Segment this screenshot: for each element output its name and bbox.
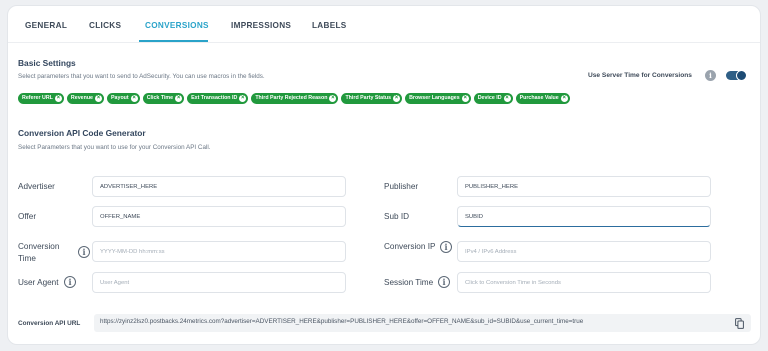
conversion-time-input[interactable] — [92, 241, 346, 262]
api-url-box: https://zyinz2lsz0.postbacks.24metrics.c… — [94, 314, 751, 332]
chip-label: Third Party Status — [345, 95, 392, 101]
parameter-chip[interactable]: Purchase Value × — [515, 93, 570, 104]
api-url-label: Conversion API URL — [18, 320, 81, 327]
tab-clicks[interactable]: CLICKS — [89, 21, 121, 30]
close-circle-icon[interactable]: × — [393, 95, 401, 102]
info-icon[interactable]: i — [64, 276, 76, 288]
copy-icon[interactable] — [735, 318, 744, 329]
conversion-time-label-line2: Time — [18, 254, 36, 263]
info-icon[interactable]: i — [78, 246, 90, 258]
tab-conversions[interactable]: CONVERSIONS — [145, 21, 209, 30]
tab-impressions[interactable]: IMPRESSIONS — [231, 21, 291, 30]
close-circle-icon[interactable]: × — [130, 95, 138, 102]
conversion-ip-input[interactable] — [457, 241, 711, 262]
publisher-label: Publisher — [384, 182, 419, 191]
chip-label: Click Time — [146, 95, 174, 101]
chip-label: Device ID — [477, 95, 502, 101]
parameter-chip[interactable]: Referer URL × — [18, 93, 64, 104]
parameter-chip[interactable]: Third Party Status × — [341, 93, 403, 104]
session-time-input[interactable] — [457, 272, 711, 293]
user-agent-label: User Agent — [18, 278, 59, 287]
close-circle-icon[interactable]: × — [95, 95, 103, 102]
chip-label: Browser Languages — [409, 95, 460, 101]
parameter-chip[interactable]: Ext Transaction ID × — [187, 93, 249, 104]
close-circle-icon[interactable]: × — [461, 95, 469, 102]
api-url-text: https://zyinz2lsz0.postbacks.24metrics.c… — [100, 318, 584, 325]
parameter-chip[interactable]: Third Party Rejected Reason × — [251, 93, 339, 104]
publisher-input[interactable] — [457, 176, 711, 197]
close-circle-icon[interactable]: × — [54, 95, 62, 102]
chip-label: Third Party Rejected Reason — [255, 95, 328, 101]
parameter-chip[interactable]: Browser Languages × — [405, 93, 471, 104]
chip-label: Ext Transaction ID — [191, 95, 238, 101]
close-circle-icon[interactable]: × — [560, 95, 568, 102]
chip-label: Purchase Value — [519, 95, 559, 101]
sub-id-input[interactable] — [457, 206, 711, 227]
info-icon[interactable]: i — [440, 241, 452, 253]
conversion-time-label-line1: Conversion — [18, 242, 60, 251]
tab-general[interactable]: GENERAL — [25, 21, 67, 30]
api-generator-title: Conversion API Code Generator — [18, 128, 146, 138]
close-circle-icon[interactable]: × — [239, 95, 247, 102]
tab-bar: GENERAL CLICKS CONVERSIONS IMPRESSIONS L… — [8, 6, 760, 43]
api-generator-hint: Select Parameters that you want to use f… — [18, 144, 211, 151]
settings-card: GENERAL CLICKS CONVERSIONS IMPRESSIONS L… — [7, 5, 761, 345]
parameter-chip[interactable]: Device ID × — [473, 93, 513, 104]
close-circle-icon[interactable]: × — [329, 95, 337, 102]
chip-label: Revenue — [70, 95, 94, 101]
server-time-label: Use Server Time for Conversions — [588, 72, 692, 79]
advertiser-input[interactable] — [92, 176, 346, 197]
offer-input[interactable] — [92, 206, 346, 227]
close-circle-icon[interactable]: × — [175, 95, 183, 102]
active-tab-indicator — [139, 40, 208, 42]
advertiser-label: Advertiser — [18, 182, 55, 191]
close-circle-icon[interactable]: × — [503, 95, 511, 102]
info-icon[interactable]: i — [438, 276, 450, 288]
conversion-ip-label: Conversion IP — [384, 242, 436, 251]
parameter-chip[interactable]: Payout × — [107, 93, 140, 104]
user-agent-input[interactable] — [92, 272, 346, 293]
chip-label: Referer URL — [22, 95, 53, 101]
parameter-chip[interactable]: Revenue × — [66, 93, 105, 104]
sub-id-label: Sub ID — [384, 212, 410, 221]
tab-labels[interactable]: LABELS — [312, 21, 347, 30]
basic-settings-title: Basic Settings — [18, 58, 76, 68]
basic-settings-hint: Select parameters that you want to send … — [18, 73, 265, 80]
toggle-knob — [736, 70, 747, 81]
parameter-chip[interactable]: Click Time × — [142, 93, 185, 104]
session-time-label: Session Time — [384, 278, 434, 287]
info-icon[interactable]: i — [705, 70, 716, 81]
server-time-toggle[interactable] — [726, 70, 747, 81]
offer-label: Offer — [18, 212, 37, 221]
parameter-chips: Referer URL × Revenue × Payout × Click Time × Ex… — [18, 93, 573, 105]
chip-label: Payout — [111, 95, 129, 101]
